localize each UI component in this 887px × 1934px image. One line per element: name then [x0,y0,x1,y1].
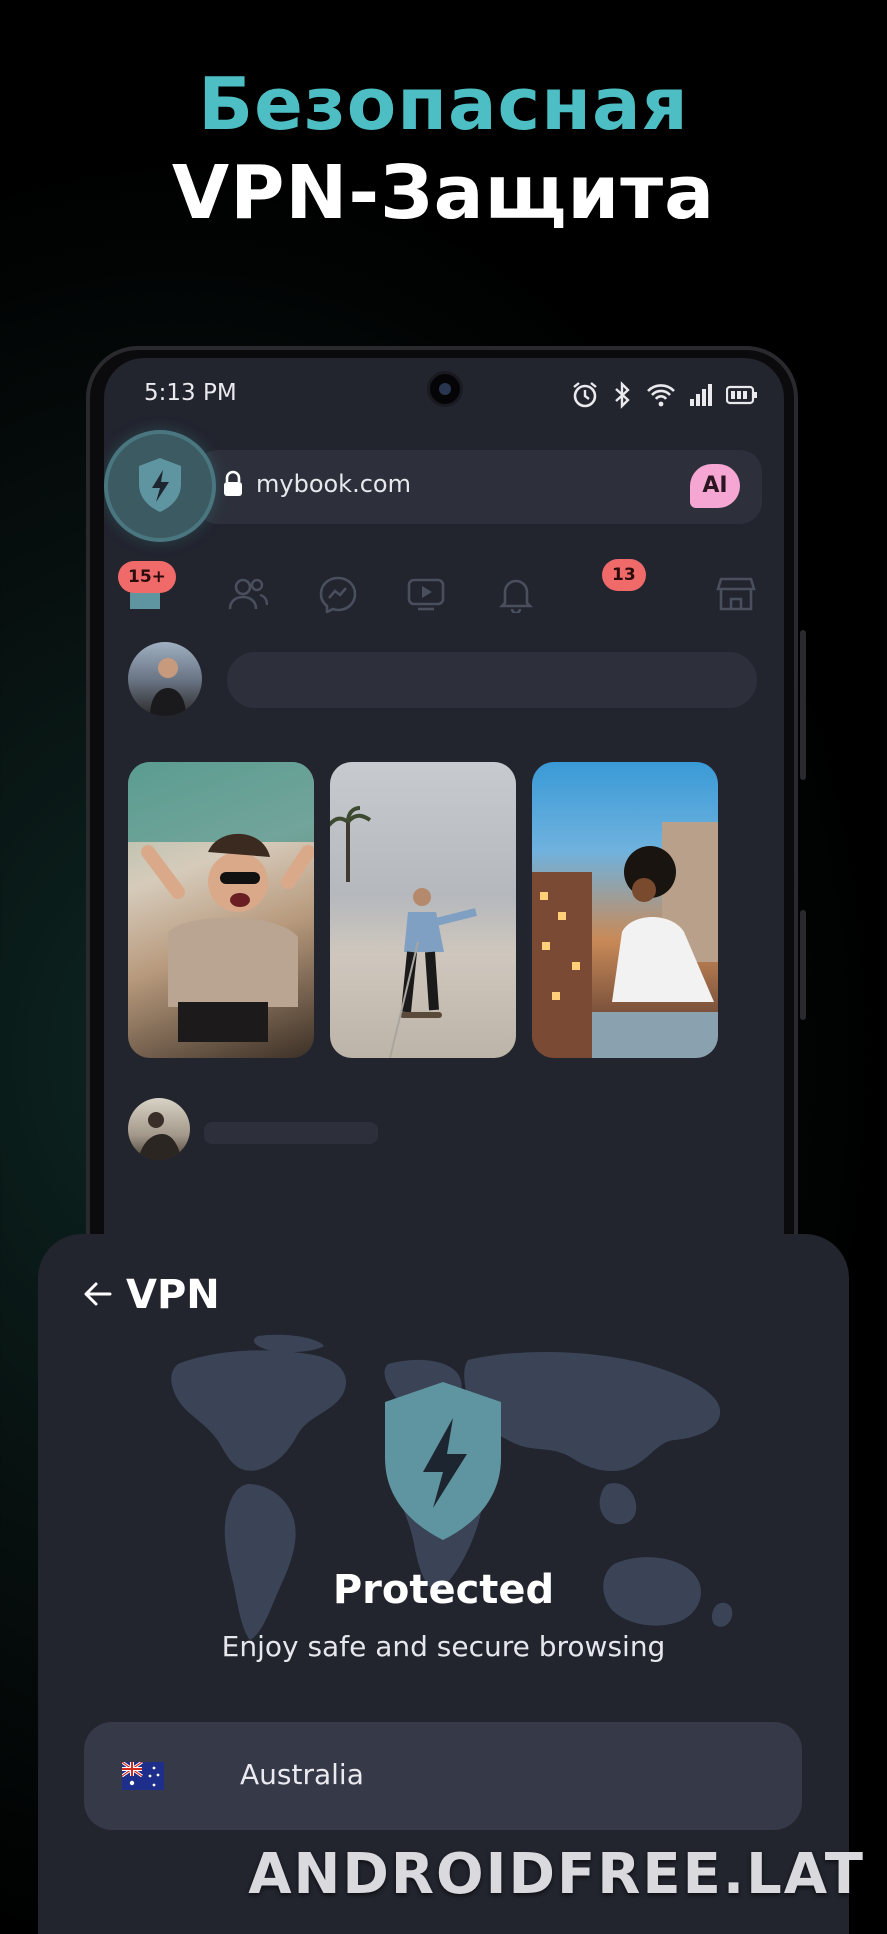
ai-button[interactable]: AI [690,464,740,508]
front-camera [430,374,460,404]
bell-icon[interactable] [496,575,536,613]
story-image-1 [128,762,314,1042]
url-text: mybook.com [256,470,411,498]
headline-line-2: VPN-Защита [171,150,716,236]
bluetooth-icon [615,381,630,409]
shield-bolt-icon [139,458,181,512]
vpn-sheet: VPN Protected Enjoy safe and secure brow… [38,1234,849,1934]
video-icon[interactable] [406,575,446,613]
headline-line-1: Безопасная [198,62,689,146]
post-author-name-placeholder [204,1122,378,1144]
home-badge: 15+ [118,561,176,593]
nav-bar: 15+ 13 [104,559,784,623]
shield-bolt-large-icon [385,1382,501,1540]
story-card-2[interactable] [330,762,516,1058]
story-image-3 [532,822,718,1058]
phone-side-button [800,630,806,780]
back-arrow-icon[interactable] [82,1278,114,1310]
vpn-status-subtitle: Enjoy safe and secure browsing [221,1630,666,1663]
story-image-2 [330,806,477,1058]
lock-icon [224,470,242,496]
phone-volume-button [800,910,806,1020]
post-composer-input[interactable] [227,652,757,708]
australia-flag-icon [122,1762,164,1790]
friends-icon[interactable] [228,575,268,613]
phone-screen: 5:13 PM mybook.com AI 15+ 13 [104,358,784,1258]
store-icon[interactable] [716,575,756,613]
vpn-toggle-button[interactable] [108,434,212,538]
notifications-badge: 13 [602,559,646,591]
watermark: ANDROIDFREE.LAT [248,1842,865,1907]
country-name: Australia [240,1758,364,1791]
battery-icon [726,385,757,405]
vpn-status-title: Protected [332,1567,555,1613]
post-author-avatar[interactable] [128,1098,190,1160]
vpn-sheet-title: VPN [126,1272,220,1318]
avatar-person-image [150,658,186,716]
messenger-icon[interactable] [318,575,358,613]
alarm-icon [573,382,597,408]
address-bar[interactable]: mybook.com AI [196,450,762,524]
status-time: 5:13 PM [144,380,237,406]
author-avatar-image [138,1112,182,1160]
status-icons [570,380,758,410]
wifi-icon [647,384,675,407]
story-card-3[interactable] [532,762,718,1058]
signal-icon [690,384,712,406]
user-avatar[interactable] [128,642,202,716]
story-card-1[interactable] [128,762,314,1058]
country-selector[interactable]: Australia [84,1722,802,1830]
